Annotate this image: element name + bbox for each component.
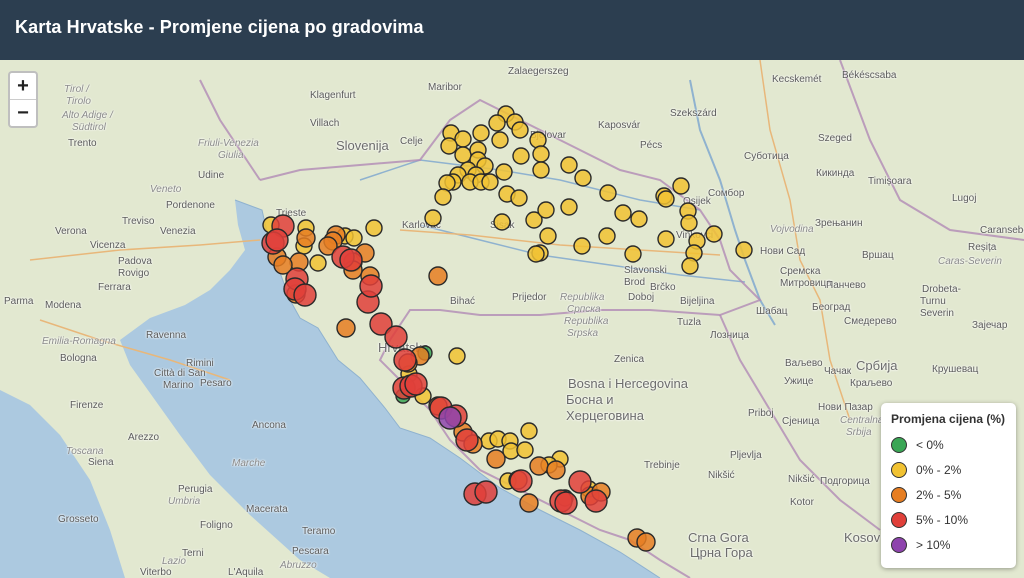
city-marker[interactable] [512,147,530,165]
city-marker[interactable] [488,114,506,132]
zoom-control: + − [8,71,38,128]
city-marker[interactable] [560,198,578,216]
city-marker[interactable] [554,491,578,515]
city-marker[interactable] [493,213,511,231]
city-marker[interactable] [537,201,555,219]
header-bar: Karta Hrvatske - Promjene cijena po grad… [0,0,1024,60]
legend-swatch [891,436,907,453]
city-marker[interactable] [657,230,675,248]
city-marker[interactable] [630,210,648,228]
legend-item: 0% - 2% [891,457,1006,482]
city-marker[interactable] [265,228,289,252]
legend-title: Promjena cijena (%) [891,412,1006,426]
legend-label: 5% - 10% [916,512,969,527]
city-marker[interactable] [614,204,632,222]
city-marker[interactable] [705,225,723,243]
city-marker[interactable] [438,406,462,430]
city-marker[interactable] [539,227,557,245]
legend-swatch [891,486,907,503]
city-marker[interactable] [491,131,509,149]
city-marker[interactable] [584,489,608,513]
city-marker[interactable] [428,266,448,286]
city-marker[interactable] [474,480,498,504]
city-marker[interactable] [560,156,578,174]
legend-item: 5% - 10% [891,507,1006,532]
page-title: Karta Hrvatske - Promjene cijena po grad… [15,17,424,37]
city-marker[interactable] [529,131,547,149]
city-marker[interactable] [339,248,363,272]
legend-swatch [891,511,907,528]
city-marker[interactable] [509,469,533,493]
city-marker[interactable] [519,493,539,513]
legend-swatch [891,536,907,553]
city-marker[interactable] [636,532,656,552]
legend-item: > 10% [891,532,1006,557]
city-marker[interactable] [404,372,428,396]
zoom-in-button[interactable]: + [10,73,36,99]
city-marker[interactable] [529,456,549,476]
city-marker[interactable] [296,228,316,248]
city-marker[interactable] [510,189,528,207]
price-markers-layer [261,105,753,552]
city-marker[interactable] [574,169,592,187]
legend-swatch [891,461,907,478]
map-canvas[interactable]: Zalaegerszeg Békéscsaba Kecskemét Kaposv… [0,60,1024,578]
city-marker[interactable] [511,121,529,139]
city-marker[interactable] [657,190,675,208]
city-marker[interactable] [520,422,538,440]
legend-label: < 0% [916,437,944,452]
city-marker[interactable] [440,137,458,155]
city-marker[interactable] [532,161,550,179]
city-marker[interactable] [481,173,499,191]
city-marker[interactable] [393,348,417,372]
city-marker[interactable] [455,428,479,452]
city-marker[interactable] [735,241,753,259]
legend-label: 2% - 5% [916,487,962,502]
city-marker[interactable] [495,163,513,181]
legend-label: 0% - 2% [916,462,962,477]
legend-item: 2% - 5% [891,482,1006,507]
city-marker[interactable] [424,209,442,227]
city-marker[interactable] [384,325,408,349]
city-marker[interactable] [599,184,617,202]
city-marker[interactable] [573,237,591,255]
city-marker[interactable] [336,318,356,338]
legend-item: < 0% [891,432,1006,457]
city-marker[interactable] [309,254,327,272]
legend-label: > 10% [916,537,951,552]
city-marker[interactable] [672,177,690,195]
city-marker[interactable] [454,146,472,164]
city-marker[interactable] [598,227,616,245]
city-marker[interactable] [624,245,642,263]
city-marker[interactable] [434,188,452,206]
city-marker[interactable] [681,257,699,275]
city-marker[interactable] [568,470,592,494]
city-marker[interactable] [527,245,545,263]
city-marker[interactable] [532,145,550,163]
city-marker[interactable] [448,347,466,365]
city-marker[interactable] [345,229,363,247]
city-marker[interactable] [680,214,698,232]
zoom-out-button[interactable]: − [10,99,36,126]
city-marker[interactable] [486,449,506,469]
city-marker[interactable] [365,219,383,237]
legend: Promjena cijena (%) < 0% 0% - 2% 2% - 5%… [881,403,1016,568]
city-marker[interactable] [359,274,383,298]
city-marker[interactable] [293,283,317,307]
city-marker[interactable] [516,441,534,459]
city-marker[interactable] [472,124,490,142]
city-marker[interactable] [546,460,566,480]
